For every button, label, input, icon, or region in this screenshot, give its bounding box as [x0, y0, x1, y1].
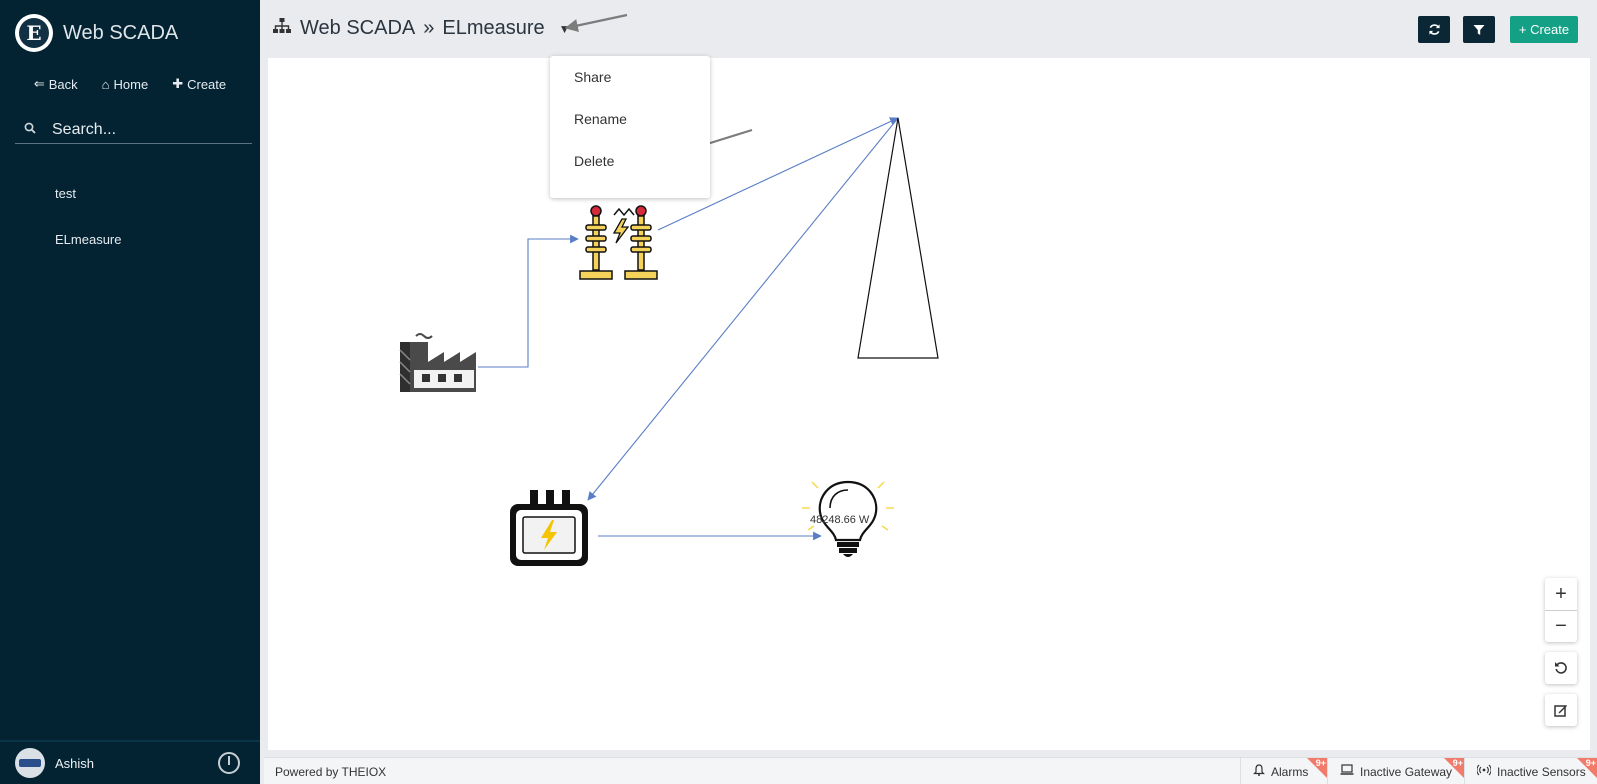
zoom-in-icon[interactable]: +: [1545, 578, 1577, 610]
signal-icon: [1476, 764, 1492, 779]
footer: Powered by THEIOX Alarms 9+ Inactive Gat…: [264, 757, 1597, 784]
inactive-sensors-button[interactable]: Inactive Sensors 9+: [1464, 758, 1597, 784]
breadcrumb-dropdown: Share Rename Delete: [550, 56, 710, 198]
alarms-badge-count: 9+: [1315, 758, 1326, 768]
gateway-label: Inactive Gateway: [1360, 764, 1453, 779]
zoom-controls: + −: [1545, 578, 1577, 642]
alarms-label: Alarms: [1271, 764, 1309, 779]
menu-item-rename[interactable]: Rename: [550, 98, 710, 140]
sensors-label: Inactive Sensors: [1497, 764, 1586, 779]
zoom-out-icon[interactable]: −: [1545, 610, 1577, 642]
bell-icon: [1253, 764, 1265, 779]
reset-view-icon[interactable]: [1545, 652, 1577, 684]
menu-item-share[interactable]: Share: [550, 56, 710, 98]
annotation-overlay: [564, 13, 753, 170]
powered-by: Powered by THEIOX: [275, 765, 387, 779]
alarms-button[interactable]: Alarms 9+: [1240, 758, 1327, 784]
inactive-gateway-button[interactable]: Inactive Gateway 9+: [1327, 758, 1464, 784]
sensors-badge-count: 9+: [1585, 758, 1596, 768]
laptop-icon: [1340, 764, 1354, 779]
gateway-badge-count: 9+: [1452, 758, 1463, 768]
edit-icon[interactable]: [1545, 694, 1577, 726]
annotation-arrow-caret: [564, 13, 628, 32]
menu-item-delete[interactable]: Delete: [550, 140, 710, 182]
